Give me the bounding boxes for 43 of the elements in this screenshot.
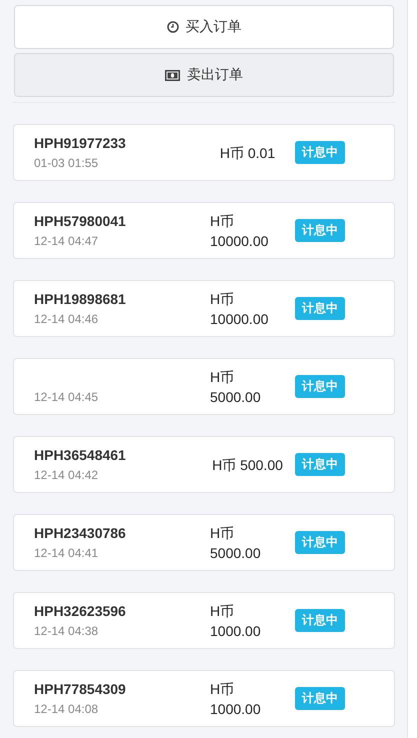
- order-time: 12-14 04:45: [34, 390, 100, 404]
- clock-icon: [166, 21, 178, 33]
- order-amount: H币 10000.00: [210, 290, 270, 328]
- banknote-icon: [165, 70, 180, 80]
- status-badge: 计息中: [295, 687, 345, 710]
- order-amount: H币 1000.00: [210, 680, 262, 718]
- order-time: 12-14 04:47: [34, 234, 100, 248]
- order-card[interactable]: HPH19898681 12-14 04:46 H币 10000.00 计息中: [13, 280, 395, 337]
- status-badge: 计息中: [295, 141, 345, 164]
- order-amount: H币 5000.00: [210, 524, 262, 562]
- order-id: HPH32623596: [34, 603, 127, 619]
- status-badge: 计息中: [295, 531, 345, 554]
- order-amount: H币 0.01: [220, 144, 276, 162]
- order-card[interactable]: HPH23430786 12-14 04:41 H币 5000.00 计息中: [13, 514, 395, 571]
- order-time: 12-14 04:46: [34, 312, 100, 326]
- order-time: 12-14 04:38: [34, 624, 100, 638]
- order-time: 12-14 04:42: [34, 468, 100, 482]
- order-amount: H币 5000.00: [210, 368, 262, 406]
- order-amount: H币 10000.00: [210, 212, 270, 250]
- order-card[interactable]: HPH77854309 12-14 04:08 H币 1000.00 计息中: [13, 670, 395, 727]
- order-id: HPH91977233: [34, 135, 127, 151]
- order-id: HPH23430786: [34, 525, 127, 541]
- order-tab[interactable]: 卖出订单: [14, 53, 394, 97]
- status-badge: 计息中: [295, 219, 345, 242]
- status-badge: 计息中: [295, 609, 345, 632]
- order-card[interactable]: HPH91977233 01-03 01:55 H币 0.01 计息中: [13, 124, 395, 181]
- order-card[interactable]: HPH36548461 12-14 04:42 H币 500.00 计息中: [13, 436, 395, 493]
- order-amount: H币 500.00: [212, 456, 283, 474]
- order-id: HPH36548461: [34, 447, 127, 463]
- status-badge: 计息中: [295, 375, 345, 398]
- status-badge: 计息中: [295, 453, 345, 476]
- order-id: HPH57980041: [34, 213, 127, 229]
- order-amount: H币 1000.00: [210, 602, 262, 640]
- status-badge: 计息中: [295, 297, 345, 320]
- order-id: HPH19898681: [34, 291, 127, 307]
- order-id: HPH77854309: [34, 681, 127, 697]
- order-tab[interactable]: 买入订单: [14, 5, 394, 49]
- order-card[interactable]: 12-14 04:45 H币 5000.00 计息中: [13, 358, 395, 415]
- order-card[interactable]: HPH32623596 12-14 04:38 H币 1000.00 计息中: [13, 592, 395, 649]
- order-time: 12-14 04:08: [34, 702, 100, 716]
- order-time: 01-03 01:55: [34, 156, 100, 170]
- order-time: 12-14 04:41: [34, 546, 100, 560]
- order-card[interactable]: HPH57980041 12-14 04:47 H币 10000.00 计息中: [13, 202, 395, 259]
